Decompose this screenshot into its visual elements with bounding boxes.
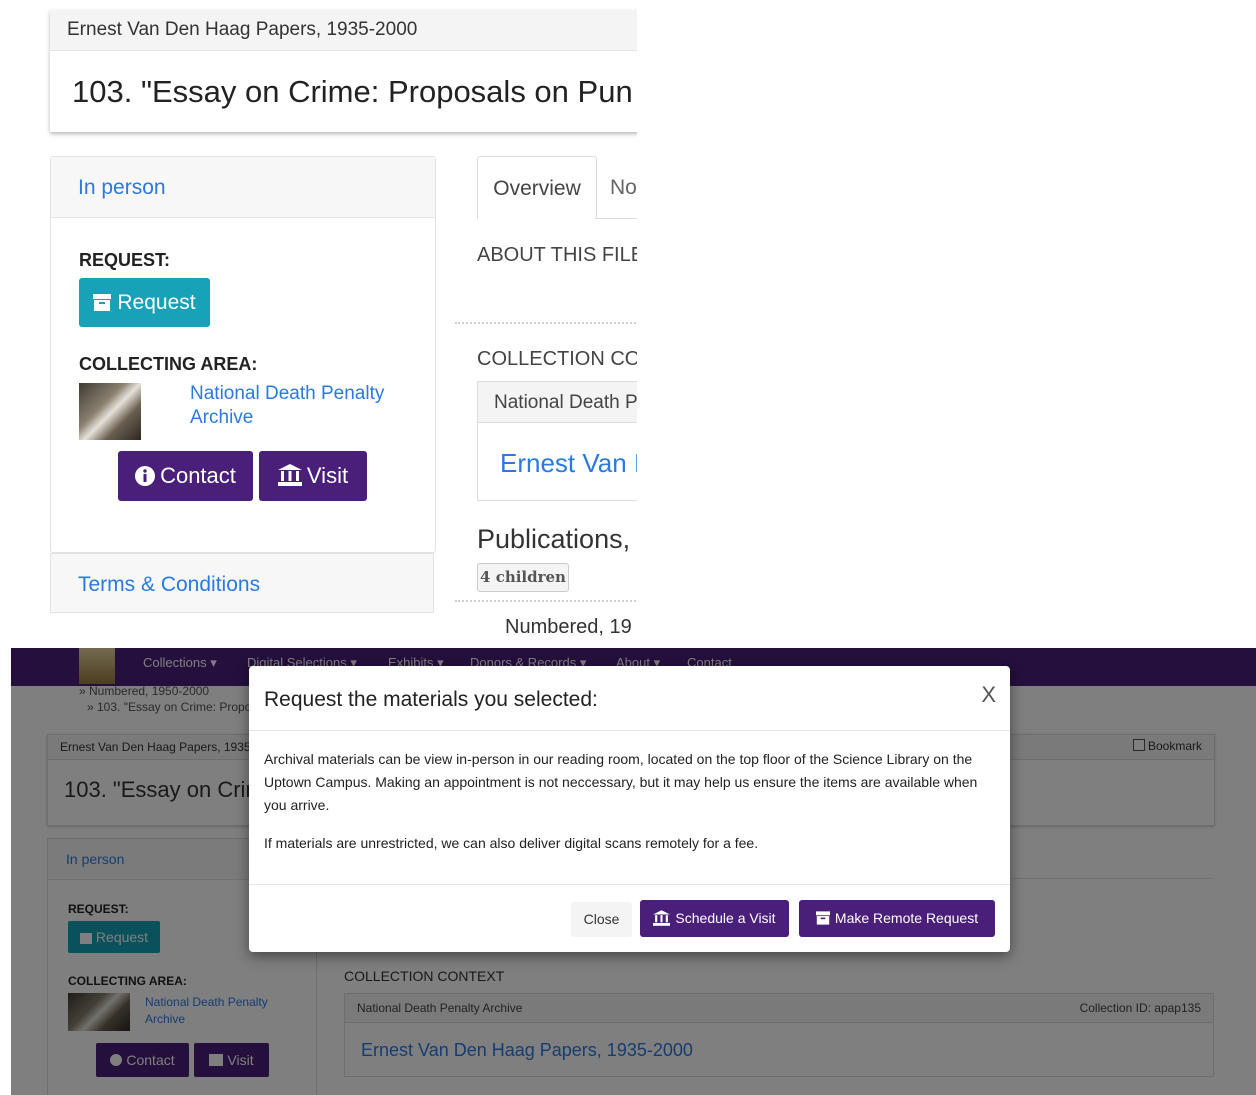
collecting-area-link[interactable]: National Death Penalty Archive [190, 382, 400, 430]
modal-screenshot: Collections ▾ Digital Selections ▾ Exhib… [11, 648, 1256, 1095]
visit-button-label: Visit [306, 463, 349, 488]
visit-button[interactable]: Visit [259, 451, 367, 501]
modal-title: Request the materials you selected: [264, 688, 598, 711]
collecting-area-thumbnail[interactable] [79, 383, 141, 440]
remote-request-button[interactable]: Make Remote Request [799, 900, 995, 937]
modal-footer-divider [249, 884, 1010, 885]
contact-button-label: Contact [160, 463, 236, 488]
collecting-area-label: COLLECTING AREA: [79, 354, 258, 374]
request-button-label: Request [117, 291, 196, 314]
tab-notes[interactable]: No [610, 156, 637, 220]
collection-context-area: National Death P [478, 382, 637, 423]
collection-context-card: National Death P Ernest Van I [477, 381, 637, 501]
collection-context-heading: COLLECTION CO [477, 348, 637, 370]
archive-box-icon [93, 294, 112, 311]
tab-overview[interactable]: Overview [477, 156, 597, 219]
in-person-header[interactable]: In person [51, 157, 435, 218]
schedule-visit-button[interactable]: Schedule a Visit [640, 900, 789, 937]
children-badge: 4 children [477, 563, 569, 592]
bank-building-icon [277, 464, 302, 486]
series-title[interactable]: Publications, [477, 524, 630, 555]
modal-close-x-button[interactable]: X [981, 682, 996, 708]
modal-header-divider [249, 730, 1010, 731]
request-modal: Request the materials you selected: X Ar… [249, 666, 1010, 952]
modal-paragraph-1: Archival materials can be view in-person… [264, 751, 978, 813]
modal-paragraph-2: If materials are unrestricted, we can al… [264, 835, 759, 851]
collection-title[interactable]: Ernest Van Den Haag Papers, 1935-2000 [50, 10, 637, 51]
terms-conditions-link[interactable]: Terms & Conditions [50, 553, 434, 613]
subseries-title[interactable]: Numbered, 19 [505, 616, 632, 636]
schedule-visit-label: Schedule a Visit [675, 910, 776, 926]
about-heading: ABOUT THIS FILE [477, 244, 637, 266]
archive-box-icon [815, 911, 830, 925]
collection-link[interactable]: Ernest Van I [500, 448, 637, 479]
modal-close-button[interactable]: Close [571, 902, 632, 937]
request-sidebar: In person REQUEST: Request COLLECTING AR… [50, 156, 436, 553]
page-title: 103. "Essay on Crime: Proposals on Pun [72, 74, 633, 109]
title-card: Ernest Van Den Haag Papers, 1935-2000 10… [50, 10, 637, 132]
request-button[interactable]: Request [79, 278, 210, 327]
info-circle-icon [135, 466, 156, 486]
request-label: REQUEST: [79, 250, 171, 270]
zoomed-record-view: Ernest Van Den Haag Papers, 1935-2000 10… [0, 0, 637, 636]
section-divider [455, 322, 637, 324]
bank-building-icon [653, 910, 671, 926]
tab-divider [595, 218, 637, 219]
section-divider-2 [455, 600, 637, 602]
contact-button[interactable]: Contact [118, 451, 253, 501]
remote-request-label: Make Remote Request [834, 910, 979, 926]
